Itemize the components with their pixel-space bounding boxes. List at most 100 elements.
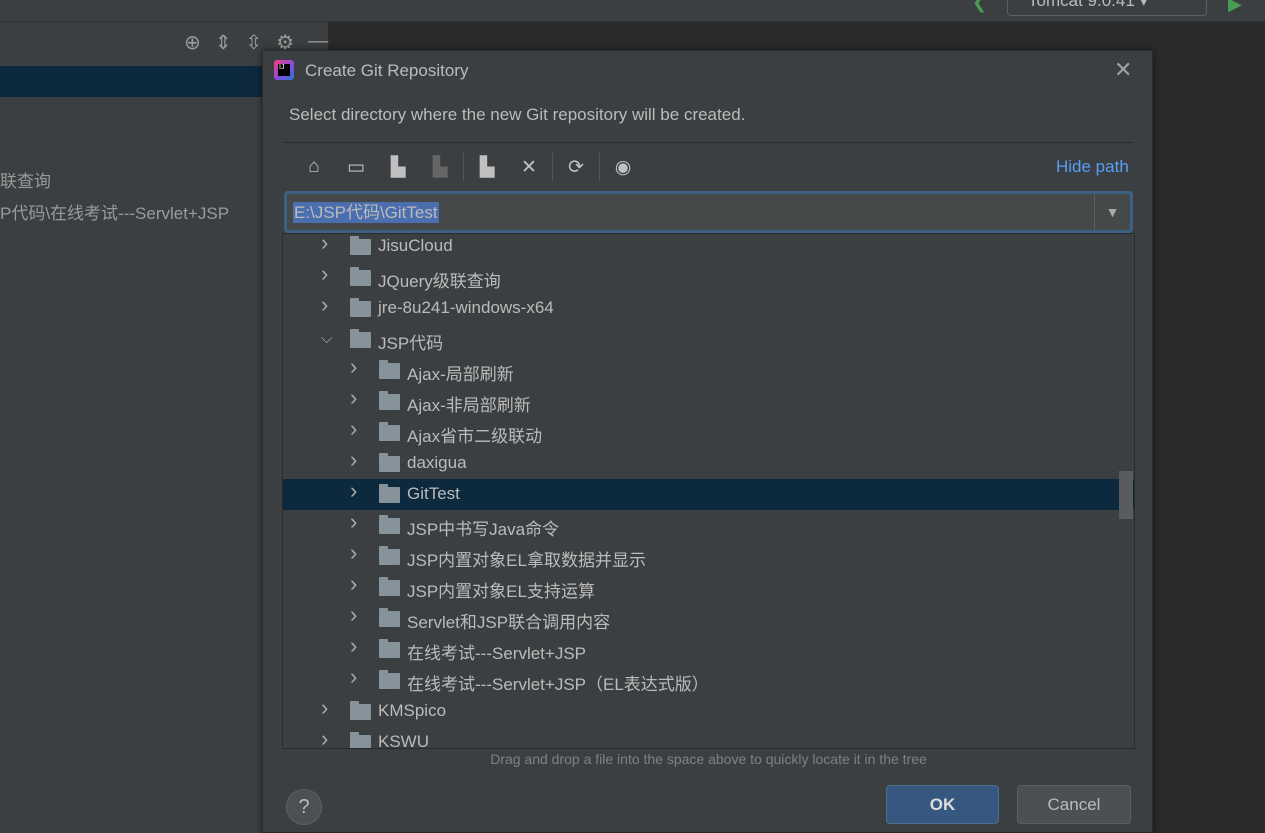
- build-icon[interactable]: ❮: [972, 0, 987, 13]
- cancel-button[interactable]: Cancel: [1017, 785, 1131, 824]
- desktop-icon[interactable]: ▭: [335, 156, 377, 179]
- chevron-right-icon[interactable]: ›: [321, 234, 328, 256]
- chevron-right-icon[interactable]: ›: [350, 416, 357, 442]
- tree-item-label: jre-8u241-windows-x64: [378, 298, 554, 317]
- close-icon[interactable]: ✕: [1114, 57, 1132, 83]
- tree-item-label: JQuery级联查询: [378, 272, 501, 291]
- expand-all-icon[interactable]: ⇕: [215, 30, 232, 55]
- run-config-select[interactable]: Tomcat 9.0.41 ▾: [1007, 0, 1207, 16]
- delete-icon[interactable]: ✕: [508, 156, 550, 179]
- tree-item[interactable]: › KSWU: [283, 726, 1134, 749]
- tree-item-label: KMSpico: [378, 701, 447, 720]
- tree-item-label: GitTest: [407, 484, 460, 503]
- chevron-right-icon[interactable]: ›: [350, 633, 357, 659]
- tree-item[interactable]: › JisuCloud: [283, 234, 1134, 262]
- directory-tree[interactable]: › JisuCloud › JQuery级联查询 › jre-8u241-windows-…: [282, 233, 1135, 749]
- tree-item[interactable]: › Ajax-局部刷新: [283, 354, 1134, 386]
- tree-item-label: Servlet和JSP联合调用内容: [407, 613, 611, 632]
- project-line[interactable]: P代码\在线考试---Servlet+JSP: [0, 199, 229, 224]
- folder-icon: [350, 236, 371, 255]
- chevron-right-icon[interactable]: ›: [350, 602, 357, 628]
- tree-item[interactable]: › Servlet和JSP联合调用内容: [283, 602, 1134, 634]
- chevron-down-icon[interactable]: ⌵: [321, 330, 332, 347]
- tree-item[interactable]: › JQuery级联查询: [283, 261, 1134, 293]
- project-selected-row[interactable]: [0, 66, 262, 97]
- chevron-right-icon[interactable]: ›: [350, 509, 357, 535]
- chevron-down-icon[interactable]: ▼: [1094, 194, 1130, 230]
- folder-icon: [350, 298, 371, 317]
- tree-item[interactable]: › Ajax省市二级联动: [283, 416, 1134, 448]
- folder-icon: [379, 608, 400, 627]
- chevron-right-icon[interactable]: ›: [350, 385, 357, 411]
- tree-item[interactable]: › JSP内置对象EL拿取数据并显示: [283, 540, 1134, 572]
- run-config-label: Tomcat 9.0.41: [1028, 0, 1135, 10]
- project-line[interactable]: 联查询: [0, 167, 51, 192]
- path-value[interactable]: E:\JSP代码\GitTest: [293, 202, 439, 223]
- collapse-all-icon[interactable]: ⇳: [246, 30, 263, 55]
- dialog-title: Create Git Repository: [305, 61, 469, 80]
- folder-icon: [379, 670, 400, 689]
- folder-icon: [350, 732, 371, 748]
- hide-path-link[interactable]: Hide path: [1056, 157, 1129, 177]
- tree-item-label: Ajax-非局部刷新: [407, 396, 531, 415]
- folder-icon: [379, 360, 400, 379]
- tree-item-label: 在线考试---Servlet+JSP（EL表达式版）: [407, 675, 709, 694]
- tree-item[interactable]: › 在线考试---Servlet+JSP: [283, 633, 1134, 665]
- tree-item[interactable]: › Ajax-非局部刷新: [283, 385, 1134, 417]
- folder-icon: [379, 639, 400, 658]
- folder-icon: [379, 577, 400, 596]
- ok-button[interactable]: OK: [886, 785, 999, 824]
- dialog-description: Select directory where the new Git repos…: [289, 105, 746, 124]
- module-folder-icon[interactable]: ▙: [419, 156, 461, 179]
- tree-item-label: JSP中书写Java命令: [407, 520, 560, 539]
- tree-item-label: JSP代码: [378, 334, 444, 353]
- path-input[interactable]: E:\JSP代码\GitTest ▼: [284, 191, 1133, 233]
- folder-icon: [379, 422, 400, 441]
- tree-item-label: JisuCloud: [378, 236, 453, 255]
- refresh-icon[interactable]: ⟳: [555, 156, 597, 179]
- tree-item[interactable]: › jre-8u241-windows-x64: [283, 292, 1134, 324]
- run-icon[interactable]: ▶: [1228, 0, 1242, 15]
- project-folder-icon[interactable]: ▙: [377, 156, 419, 179]
- tree-item[interactable]: › GitTest: [283, 478, 1134, 510]
- tree-item-label: JSP内置对象EL拿取数据并显示: [407, 551, 646, 570]
- tree-item-label: KSWU: [378, 732, 429, 749]
- divider: [283, 142, 1134, 143]
- tree-item[interactable]: › KMSpico: [283, 695, 1134, 727]
- tree-item-label: daxigua: [407, 453, 467, 472]
- chevron-right-icon[interactable]: ›: [350, 540, 357, 566]
- help-button[interactable]: ?: [286, 789, 322, 825]
- tree-item[interactable]: › 在线考试---Servlet+JSP（EL表达式版）: [283, 664, 1134, 696]
- intellij-logo-icon: IJ: [274, 60, 294, 80]
- show-hidden-icon[interactable]: ◉: [602, 156, 644, 179]
- tree-item-label: JSP内置对象EL支持运算: [407, 582, 595, 601]
- chevron-right-icon[interactable]: ›: [321, 292, 328, 318]
- tree-item-label: Ajax省市二级联动: [407, 427, 543, 446]
- folder-icon: [379, 515, 400, 534]
- tree-scrollbar[interactable]: [1119, 471, 1133, 519]
- chevron-right-icon[interactable]: ›: [350, 664, 357, 690]
- locate-icon[interactable]: ⊕: [184, 30, 201, 55]
- chevron-right-icon[interactable]: ›: [321, 695, 328, 721]
- tree-item-label: 在线考试---Servlet+JSP: [407, 644, 586, 663]
- new-folder-icon[interactable]: ▙: [466, 156, 508, 179]
- chevron-right-icon[interactable]: ›: [350, 571, 357, 597]
- tree-item[interactable]: › JSP内置对象EL支持运算: [283, 571, 1134, 603]
- ide-top-toolbar: Tomcat 9.0.41 ▾ ▶ ❮: [0, 0, 1265, 22]
- folder-icon: [379, 484, 400, 503]
- chevron-right-icon[interactable]: ›: [350, 354, 357, 380]
- folder-icon: [350, 329, 371, 348]
- tree-item-label: Ajax-局部刷新: [407, 365, 514, 384]
- chevron-right-icon[interactable]: ›: [321, 726, 328, 748]
- chevron-right-icon[interactable]: ›: [321, 261, 328, 287]
- chevron-right-icon[interactable]: ›: [350, 447, 357, 473]
- tree-item[interactable]: › JSP中书写Java命令: [283, 509, 1134, 541]
- tree-item[interactable]: › daxigua: [283, 447, 1134, 479]
- folder-icon: [379, 391, 400, 410]
- folder-icon: [379, 546, 400, 565]
- home-icon[interactable]: ⌂: [293, 156, 335, 178]
- folder-icon: [350, 701, 371, 720]
- chevron-right-icon[interactable]: ›: [350, 478, 357, 504]
- tree-item[interactable]: ⌵ JSP代码: [283, 324, 1134, 355]
- drag-drop-hint: Drag and drop a file into the space abov…: [490, 751, 927, 767]
